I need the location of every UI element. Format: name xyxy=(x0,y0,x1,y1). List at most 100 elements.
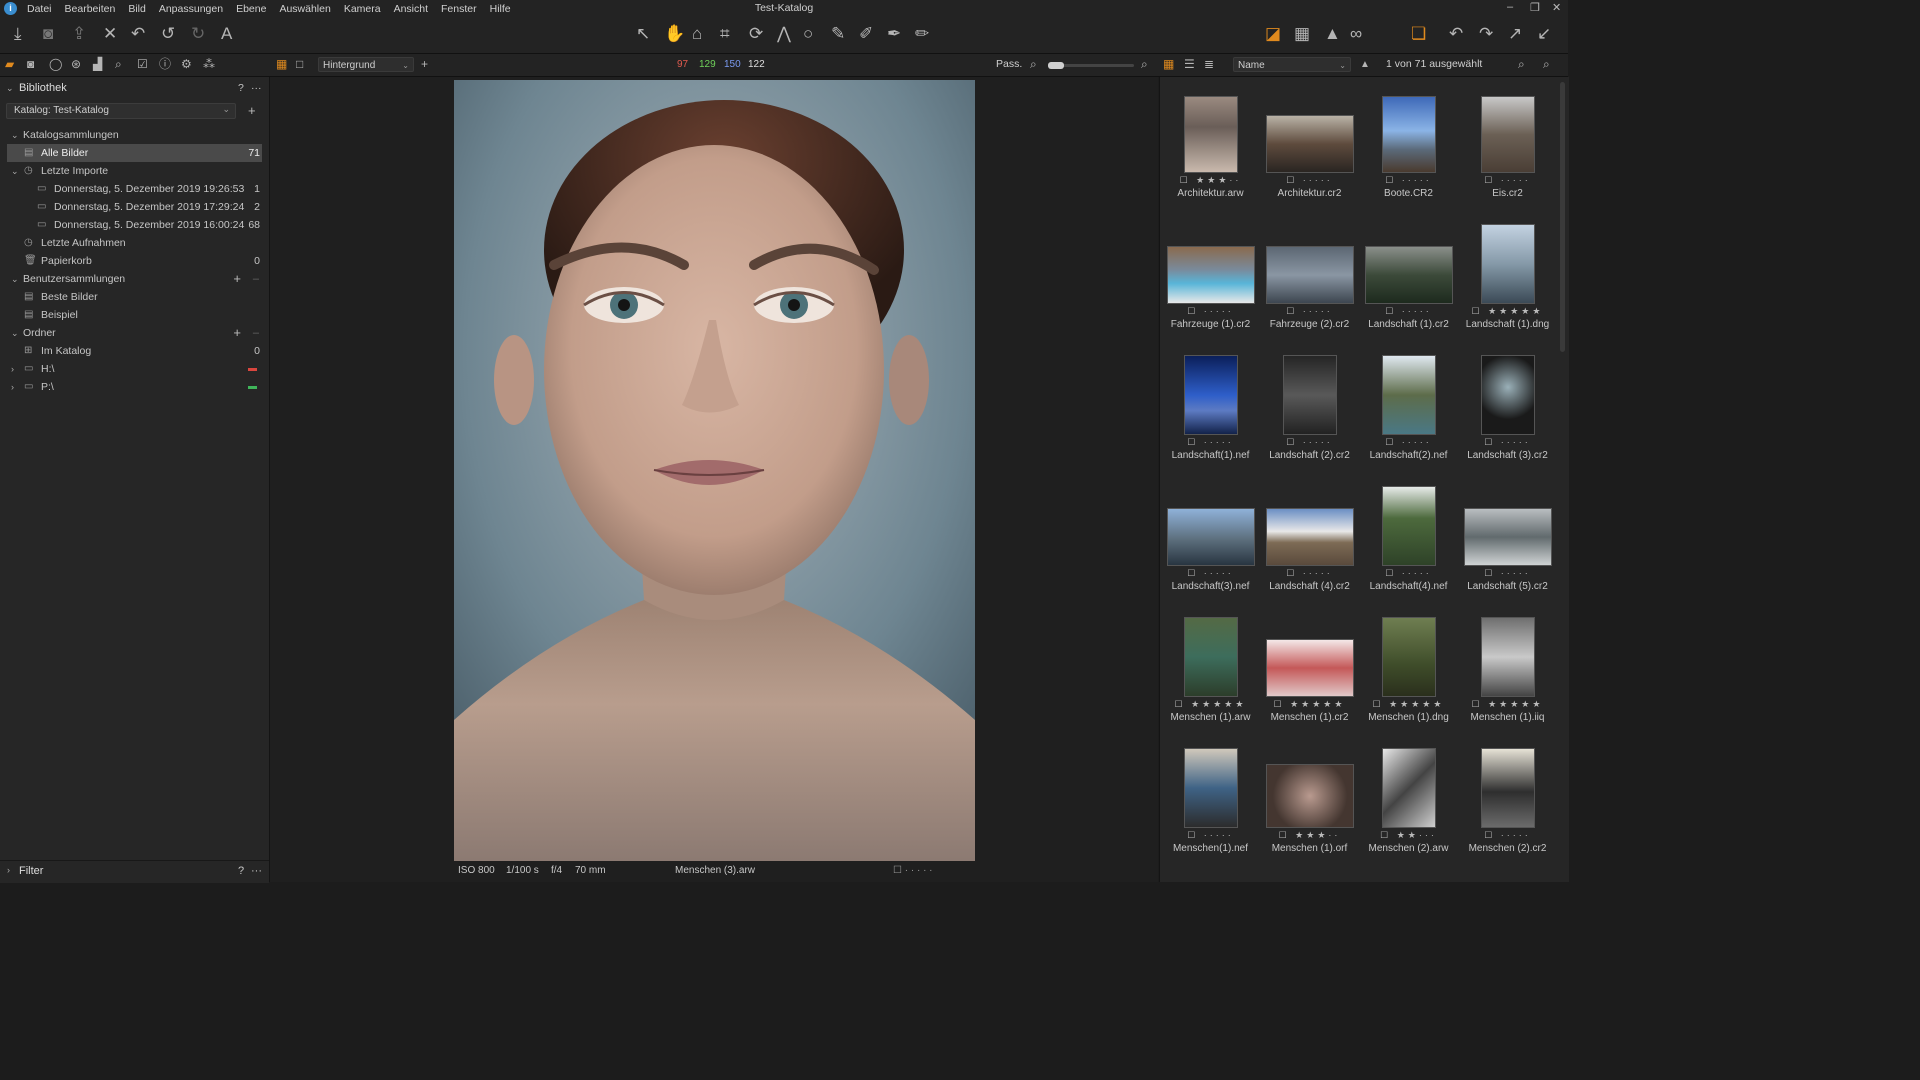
star-rating[interactable]: ☐ ★★··· xyxy=(1359,830,1458,841)
recent-captures-item[interactable]: ◷ Letzte Aufnahmen xyxy=(0,234,269,252)
thumbnail-image[interactable] xyxy=(1463,508,1552,566)
zoom-out-icon[interactable]: ⌕ xyxy=(1030,57,1037,72)
thumbnail-item[interactable]: ☐ ····· Landschaft (2).cr2 xyxy=(1260,349,1359,480)
folders-header[interactable]: ⌄ Ordner + – xyxy=(0,324,269,342)
thumbnail-image[interactable] xyxy=(1183,96,1238,173)
star-rating[interactable]: ☐ ★★★★★ xyxy=(1359,699,1458,710)
rotate-icon[interactable]: ⟳ xyxy=(749,24,763,44)
viewer-rating[interactable]: ☐ · · · · · xyxy=(893,865,933,876)
thumbnail-item[interactable]: ☐ ····· Landschaft (4).cr2 xyxy=(1260,480,1359,611)
thumbnail-image[interactable] xyxy=(1480,355,1535,435)
help-icon[interactable]: ? xyxy=(238,865,244,877)
maximize-icon[interactable]: ❐ xyxy=(1530,1,1540,14)
list-view-icon[interactable]: ☰ xyxy=(1184,57,1195,72)
thumbnail-item[interactable]: ☐ ····· Landschaft(3).nef xyxy=(1161,480,1260,611)
thumbnail-item[interactable]: ☐ ★★★·· Menschen (1).orf xyxy=(1260,742,1359,873)
all-images-item[interactable]: ▤ Alle Bilder 71 xyxy=(7,144,262,162)
expand-icon[interactable]: ↗ xyxy=(1508,24,1522,44)
thumbnail-item[interactable]: ☐ ★★★★★ Menschen (1).cr2 xyxy=(1260,611,1359,742)
layer-dropdown[interactable]: Hintergrund ⌄ xyxy=(318,57,414,72)
star-rating[interactable]: ☐ ★★★·· xyxy=(1161,175,1260,186)
import-icon[interactable]: ⤓ xyxy=(14,24,22,44)
thumbnail-image[interactable] xyxy=(1480,96,1535,173)
undo-icon[interactable]: ↺ xyxy=(161,24,175,44)
thumbnail-image[interactable] xyxy=(1265,115,1354,173)
star-rating[interactable]: ☐ ····· xyxy=(1161,306,1260,317)
recent-imports-item[interactable]: ⌄ ◷ Letzte Importe xyxy=(0,162,269,180)
fit-label[interactable]: Pass. xyxy=(996,57,1022,72)
thumbnail-image[interactable] xyxy=(1265,764,1354,828)
drive-item[interactable]: › ▭ H:\ xyxy=(0,360,269,378)
import-item[interactable]: ▭ Donnerstag, 5. Dezember 2019 16:00:24 … xyxy=(0,216,269,234)
grid-view-icon[interactable]: ▦ xyxy=(1163,57,1174,72)
keystone-icon[interactable]: ⋀ xyxy=(777,24,791,44)
sort-direction-icon[interactable]: ▲ xyxy=(1360,57,1370,72)
undo-history-icon[interactable]: ↶ xyxy=(131,24,145,44)
add-layer-icon[interactable]: + xyxy=(421,57,428,72)
thumbnail-item[interactable]: ☐ ····· Landschaft (1).cr2 xyxy=(1359,218,1458,349)
select-icon[interactable]: ↖ xyxy=(636,24,650,44)
portrait-photo[interactable] xyxy=(454,80,975,861)
star-rating[interactable]: ☐ ····· xyxy=(1458,830,1557,841)
settings-tab-icon[interactable]: ⚙ xyxy=(181,57,192,72)
metadata-tab-icon[interactable]: ⓘ xyxy=(159,57,171,72)
more-icon[interactable]: ··· xyxy=(251,78,262,98)
browser-scrollbar[interactable] xyxy=(1560,82,1565,352)
thumbnail-image[interactable] xyxy=(1381,355,1436,435)
thumbnail-image[interactable] xyxy=(1480,224,1535,304)
exposure-warning-icon[interactable]: ◪ xyxy=(1265,24,1281,44)
sort-dropdown[interactable]: Name ⌄ xyxy=(1233,57,1351,72)
star-rating[interactable]: ☐ ····· xyxy=(1260,437,1359,448)
thumbnail-image[interactable] xyxy=(1282,355,1337,435)
collapse-icon[interactable]: ↙ xyxy=(1537,24,1551,44)
camera-icon[interactable]: ◙ xyxy=(43,24,53,44)
thumbnail-image[interactable] xyxy=(1480,617,1535,697)
thumbnail-image[interactable] xyxy=(1265,508,1354,566)
user-collection-item[interactable]: ▤ Beispiel xyxy=(0,306,269,324)
minimize-icon[interactable]: – xyxy=(1507,1,1513,13)
thumbnail-item[interactable]: ☐ ★★★★★ Menschen (1).iiq xyxy=(1458,611,1557,742)
zoom-slider[interactable] xyxy=(1048,62,1134,69)
add-collection-icon[interactable]: + xyxy=(233,270,241,288)
redo-icon[interactable]: ↻ xyxy=(191,24,205,44)
library-tab-icon[interactable]: ▰ xyxy=(5,57,14,72)
star-rating[interactable]: ☐ ····· xyxy=(1458,568,1557,579)
thumbnail-item[interactable]: ☐ ····· Menschen(1).nef xyxy=(1161,742,1260,873)
thumbnail-image[interactable] xyxy=(1364,246,1453,304)
star-rating[interactable]: ☐ ····· xyxy=(1260,306,1359,317)
thumbnail-image[interactable] xyxy=(1381,96,1436,173)
stack-icon[interactable]: ❏ xyxy=(1411,24,1426,44)
thumbnail-image[interactable] xyxy=(1166,508,1255,566)
thumbnail-image[interactable] xyxy=(1381,486,1436,566)
remove-folder-icon[interactable]: – xyxy=(253,324,259,342)
import-item[interactable]: ▭ Donnerstag, 5. Dezember 2019 17:29:24 … xyxy=(0,198,269,216)
delete-icon[interactable]: ✕ xyxy=(103,24,117,44)
browser-zoom-icon[interactable]: ⌕ xyxy=(1518,57,1525,72)
import-item[interactable]: ▭ Donnerstag, 5. Dezember 2019 19:26:53 … xyxy=(0,180,269,198)
star-rating[interactable]: ☐ ····· xyxy=(1359,437,1458,448)
star-rating[interactable]: ☐ ····· xyxy=(1161,437,1260,448)
thumbnail-image[interactable] xyxy=(1381,617,1436,697)
pan-icon[interactable]: ✋ xyxy=(664,24,685,44)
thumbnail-item[interactable]: ☐ ★★★★★ Menschen (1).dng xyxy=(1359,611,1458,742)
more-icon[interactable]: ··· xyxy=(251,865,262,877)
brush-icon[interactable]: ✎ xyxy=(831,24,845,44)
crop-icon[interactable]: ⌗ xyxy=(720,24,730,44)
exposure-tab-icon[interactable]: ▟ xyxy=(93,57,102,72)
export-icon[interactable]: ⇪ xyxy=(72,24,86,44)
glasses-icon[interactable]: ∞ xyxy=(1350,24,1362,44)
star-rating[interactable]: ☐ ★★★★★ xyxy=(1260,699,1359,710)
thumbnail-item[interactable]: ☐ ····· Eis.cr2 xyxy=(1458,87,1557,218)
thumbnail-item[interactable]: ☐ ····· Landschaft(1).nef xyxy=(1161,349,1260,480)
catalog-dropdown[interactable]: Katalog: Test-Katalog ⌄ xyxy=(6,103,236,119)
star-rating[interactable]: ☐ ····· xyxy=(1161,568,1260,579)
lens-tab-icon[interactable]: ◯ xyxy=(49,57,62,72)
multi-view-icon[interactable]: ▦ xyxy=(276,57,287,72)
capture-tab-icon[interactable]: ◙ xyxy=(27,57,34,72)
thumbnail-item[interactable]: ☐ ★★★★★ Menschen (1).arw xyxy=(1161,611,1260,742)
filmstrip-view-icon[interactable]: ≣ xyxy=(1204,57,1214,72)
thumbnail-item[interactable]: ☐ ····· Fahrzeuge (2).cr2 xyxy=(1260,218,1359,349)
thumbnail-item[interactable]: ☐ ····· Landschaft (3).cr2 xyxy=(1458,349,1557,480)
thumbnail-image[interactable] xyxy=(1166,246,1255,304)
grid-icon[interactable]: ▦ xyxy=(1294,24,1310,44)
